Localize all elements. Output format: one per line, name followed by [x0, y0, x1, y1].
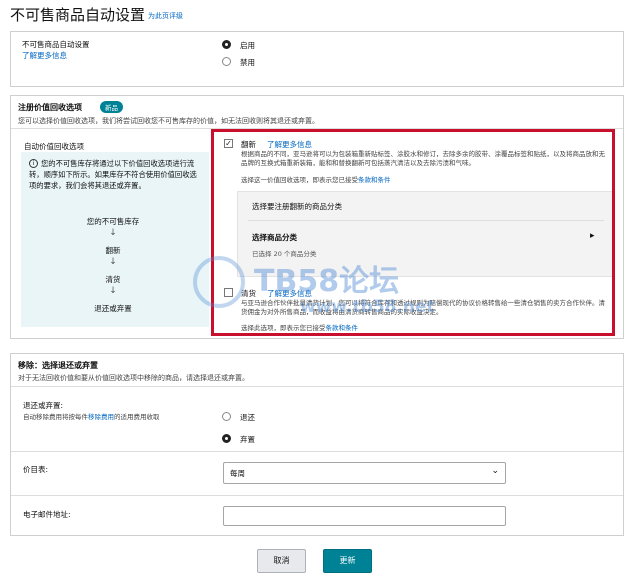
removal-fee-text: 自动移除费用将按每件 — [23, 413, 88, 421]
removal-fee-note: 自动移除费用将按每件移除费用的适用费用收取 — [23, 411, 160, 421]
removal-fee-text-suffix: 的适用费用收取 — [114, 413, 160, 421]
flow-info-text: 您的不可售库存将通过以下价值回收选项进行流转，顺序如下所示。如果库存不符合使用价… — [29, 159, 197, 190]
email-label: 电子邮件地址: — [23, 510, 71, 519]
disable-radio[interactable] — [222, 57, 231, 66]
watermark-url: www.tb58.net — [300, 297, 435, 317]
flow-step-return-dispose: 退还或弃置 — [94, 304, 132, 313]
page-title: 不可售商品自动设置 — [10, 6, 146, 24]
flow-arrow-icon: ↓ — [109, 286, 117, 296]
removal-section: 移除：选择退还或弃置 对于无法回收价值和要从价值回收选项中移除的商品，请选择退还… — [10, 353, 624, 536]
watermark-text: TB58论坛 — [254, 264, 400, 299]
recovery-flow-panel: i 您的不可售库存将通过以下价值回收选项进行流转，顺序如下所示。如果库存不符合使… — [21, 152, 209, 327]
flow-step-inventory: 您的不可售库存 — [86, 217, 140, 226]
removal-heading: 移除：选择退还或弃置 — [18, 361, 98, 370]
watermark-logo-icon — [193, 256, 245, 308]
recovery-description: 您可以选择价值回收选项，我们将尝试回收您不可售库存的价值，如无法回收则将其退还或… — [18, 117, 319, 125]
recovery-heading: 注册价值回收选项 — [18, 103, 82, 112]
removal-row-divider — [11, 451, 623, 452]
removal-row-divider — [11, 495, 623, 496]
return-radio-label: 退还 — [240, 413, 255, 422]
enable-radio-label: 启用 — [240, 41, 255, 50]
flow-step-liquidate: 清货 — [105, 275, 121, 284]
frequency-select[interactable]: 每周 ⌄ — [223, 462, 506, 484]
update-button[interactable]: 更新 — [323, 549, 372, 573]
cancel-button[interactable]: 取消 — [257, 549, 306, 573]
new-badge: 新品 — [100, 101, 123, 113]
return-dispose-label: 退还或弃置: — [23, 401, 64, 410]
email-input[interactable] — [223, 506, 506, 526]
flow-step-refurbish: 翻新 — [105, 246, 121, 255]
removal-description: 对于无法回收价值和要从价值回收选项中移除的商品，请选择退还或弃置。 — [18, 374, 249, 382]
enable-radio[interactable] — [222, 40, 231, 49]
frequency-label: 价目表: — [23, 465, 49, 474]
auto-setting-section: 不可售商品自动设置 了解更多信息 启用 禁用 — [10, 31, 624, 87]
auto-setting-learn-more-link[interactable]: 了解更多信息 — [22, 50, 67, 61]
dispose-radio[interactable] — [222, 434, 231, 443]
rate-page-link[interactable]: 为此页评级 — [148, 11, 183, 21]
dispose-radio-label: 弃置 — [240, 435, 255, 444]
return-radio[interactable] — [222, 412, 231, 421]
flow-arrow-icon: ↓ — [109, 257, 117, 267]
removal-fee-link[interactable]: 移除费用 — [88, 413, 114, 421]
frequency-select-value: 每周 — [230, 469, 245, 478]
auto-recovery-label: 自动价值回收选项 — [24, 142, 84, 151]
flow-arrow-icon: ↓ — [109, 228, 117, 238]
auto-setting-label: 不可售商品自动设置 — [22, 40, 90, 49]
disable-radio-label: 禁用 — [240, 58, 255, 67]
removal-divider — [11, 386, 623, 387]
chevron-down-icon: ⌄ — [491, 466, 499, 476]
